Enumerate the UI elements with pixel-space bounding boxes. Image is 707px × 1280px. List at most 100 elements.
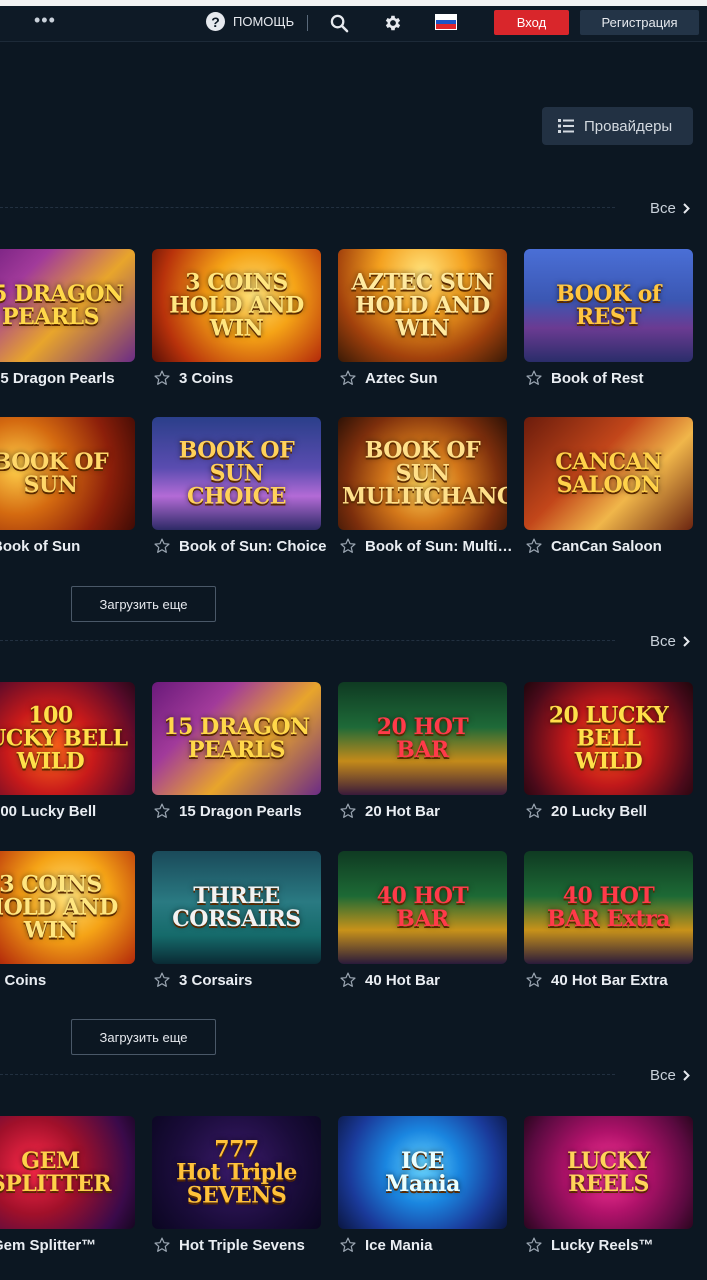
favorite-star-icon[interactable] <box>525 369 543 387</box>
section-divider <box>0 1074 615 1075</box>
list-icon <box>558 119 574 133</box>
favorite-star-icon[interactable] <box>153 971 171 989</box>
game-card[interactable]: 777 Hot Triple SEVENS <box>152 1116 321 1229</box>
game-card[interactable]: BOOK of REST <box>524 249 693 362</box>
game-card[interactable]: 15 DRAGON PEARLS <box>152 682 321 795</box>
game-logo-art: 15 DRAGON PEARLS <box>163 713 310 763</box>
language-flag-icon[interactable] <box>435 14 457 30</box>
game-card[interactable]: 20 HOT BAR <box>338 682 507 795</box>
favorite-star-icon[interactable] <box>525 971 543 989</box>
game-thumbnail: 15 DRAGON PEARLS <box>152 682 321 795</box>
game-title[interactable]: Aztec Sun <box>365 370 438 387</box>
help-link[interactable]: ? ПОМОЩЬ <box>206 12 294 31</box>
game-card[interactable]: 3 COINS HOLD AND WIN <box>152 249 321 362</box>
game-card[interactable]: CANCAN SALOON <box>524 417 693 530</box>
game-thumbnail: 40 HOT BAR <box>338 851 507 964</box>
game-title-row: 100 Lucky Bell <box>0 802 96 820</box>
game-title-row: 15 Dragon Pearls <box>153 802 302 820</box>
game-title[interactable]: Hot Triple Sevens <box>179 1237 305 1254</box>
game-title[interactable]: 3 Corsairs <box>179 972 252 989</box>
favorite-star-icon[interactable] <box>525 802 543 820</box>
game-thumbnail: AZTEC SUN HOLD AND WIN <box>338 249 507 362</box>
all-link[interactable]: Все <box>650 633 690 650</box>
game-card[interactable]: GEM SPLITTER <box>0 1116 135 1229</box>
game-title-row: 3 Coins <box>153 369 233 387</box>
section-divider <box>0 640 615 641</box>
topbar-divider <box>307 15 308 31</box>
login-button[interactable]: Вход <box>494 10 569 35</box>
favorite-star-icon[interactable] <box>339 369 357 387</box>
game-card[interactable]: LUCKY REELS <box>524 1116 693 1229</box>
gear-icon[interactable] <box>381 11 405 35</box>
favorite-star-icon[interactable] <box>339 537 357 555</box>
game-thumbnail: THREE CORSAIRS <box>152 851 321 964</box>
game-title-row: 3 Coins <box>0 971 46 989</box>
favorite-star-icon[interactable] <box>339 971 357 989</box>
game-thumbnail: ICE Mania <box>338 1116 507 1229</box>
providers-button[interactable]: Провайдеры <box>542 107 693 145</box>
game-card[interactable]: 15 DRAGON PEARLS <box>0 249 135 362</box>
game-thumbnail: 100 LUCKY BELL WILD <box>0 682 135 795</box>
all-link[interactable]: Все <box>650 200 690 217</box>
game-title[interactable]: Gem Splitter™ <box>0 1237 96 1254</box>
game-title-row: Gem Splitter™ <box>0 1236 96 1254</box>
game-title[interactable]: Lucky Reels™ <box>551 1237 654 1254</box>
flag-stripe-red <box>436 24 456 29</box>
game-title[interactable]: Book of Rest <box>551 370 644 387</box>
game-card[interactable]: 100 LUCKY BELL WILD <box>0 682 135 795</box>
game-title[interactable]: Book of Sun <box>0 538 80 555</box>
game-card[interactable]: BOOK OF SUN MULTICHANCE <box>338 417 507 530</box>
game-title[interactable]: Book of Sun: Choice <box>179 538 327 555</box>
game-card[interactable]: BOOK OF SUN CHOICE <box>152 417 321 530</box>
game-thumbnail: BOOK OF SUN MULTICHANCE <box>338 417 507 530</box>
game-title[interactable]: 100 Lucky Bell <box>0 803 96 820</box>
game-card[interactable]: BOOK OF SUN <box>0 417 135 530</box>
game-title[interactable]: 15 Dragon Pearls <box>179 803 302 820</box>
game-title-row: 20 Lucky Bell <box>525 802 647 820</box>
game-title[interactable]: CanCan Saloon <box>551 538 662 555</box>
game-card[interactable]: 20 LUCKY BELL WILD <box>524 682 693 795</box>
game-title[interactable]: 20 Hot Bar <box>365 803 440 820</box>
load-more-button[interactable]: Загрузить еще <box>71 586 216 622</box>
game-card[interactable]: THREE CORSAIRS <box>152 851 321 964</box>
game-logo-art: 3 COINS HOLD AND WIN <box>0 871 118 943</box>
favorite-star-icon[interactable] <box>339 1236 357 1254</box>
section-divider <box>0 207 615 208</box>
all-link[interactable]: Все <box>650 1067 690 1084</box>
game-logo-art: AZTEC SUN HOLD AND WIN <box>351 269 494 341</box>
favorite-star-icon[interactable] <box>525 537 543 555</box>
load-more-button[interactable]: Загрузить еще <box>71 1019 216 1055</box>
search-icon[interactable] <box>327 11 351 35</box>
game-title-row: Book of Sun: Choice <box>153 537 327 555</box>
help-label: ПОМОЩЬ <box>233 14 295 29</box>
game-title[interactable]: 40 Hot Bar <box>365 972 440 989</box>
game-logo-art: 20 LUCKY BELL WILD <box>548 702 669 774</box>
register-button[interactable]: Регистрация <box>580 10 699 35</box>
game-title[interactable]: 3 Coins <box>179 370 233 387</box>
more-dots-icon[interactable]: ••• <box>34 10 56 31</box>
game-card[interactable]: 40 HOT BAR Extra <box>524 851 693 964</box>
game-logo-art: GEM SPLITTER <box>0 1147 112 1197</box>
favorite-star-icon[interactable] <box>153 802 171 820</box>
game-title[interactable]: 40 Hot Bar Extra <box>551 972 668 989</box>
game-card[interactable]: 40 HOT BAR <box>338 851 507 964</box>
favorite-star-icon[interactable] <box>339 802 357 820</box>
game-title-row: Book of Sun <box>0 537 80 555</box>
game-card[interactable]: 3 COINS HOLD AND WIN <box>0 851 135 964</box>
game-thumbnail: CANCAN SALOON <box>524 417 693 530</box>
game-title[interactable]: 20 Lucky Bell <box>551 803 647 820</box>
favorite-star-icon[interactable] <box>153 1236 171 1254</box>
favorite-star-icon[interactable] <box>153 537 171 555</box>
game-card[interactable]: ICE Mania <box>338 1116 507 1229</box>
game-thumbnail: BOOK OF SUN <box>0 417 135 530</box>
game-title[interactable]: 15 Dragon Pearls <box>0 370 115 387</box>
game-title[interactable]: Ice Mania <box>365 1237 433 1254</box>
game-logo-art: BOOK OF SUN CHOICE <box>178 437 295 509</box>
game-logo-art: 15 DRAGON PEARLS <box>0 280 124 330</box>
game-logo-art: 40 HOT BAR Extra <box>547 882 671 932</box>
favorite-star-icon[interactable] <box>153 369 171 387</box>
game-title[interactable]: 3 Coins <box>0 972 46 989</box>
game-card[interactable]: AZTEC SUN HOLD AND WIN <box>338 249 507 362</box>
favorite-star-icon[interactable] <box>525 1236 543 1254</box>
game-title[interactable]: Book of Sun: Multi… <box>365 538 512 555</box>
